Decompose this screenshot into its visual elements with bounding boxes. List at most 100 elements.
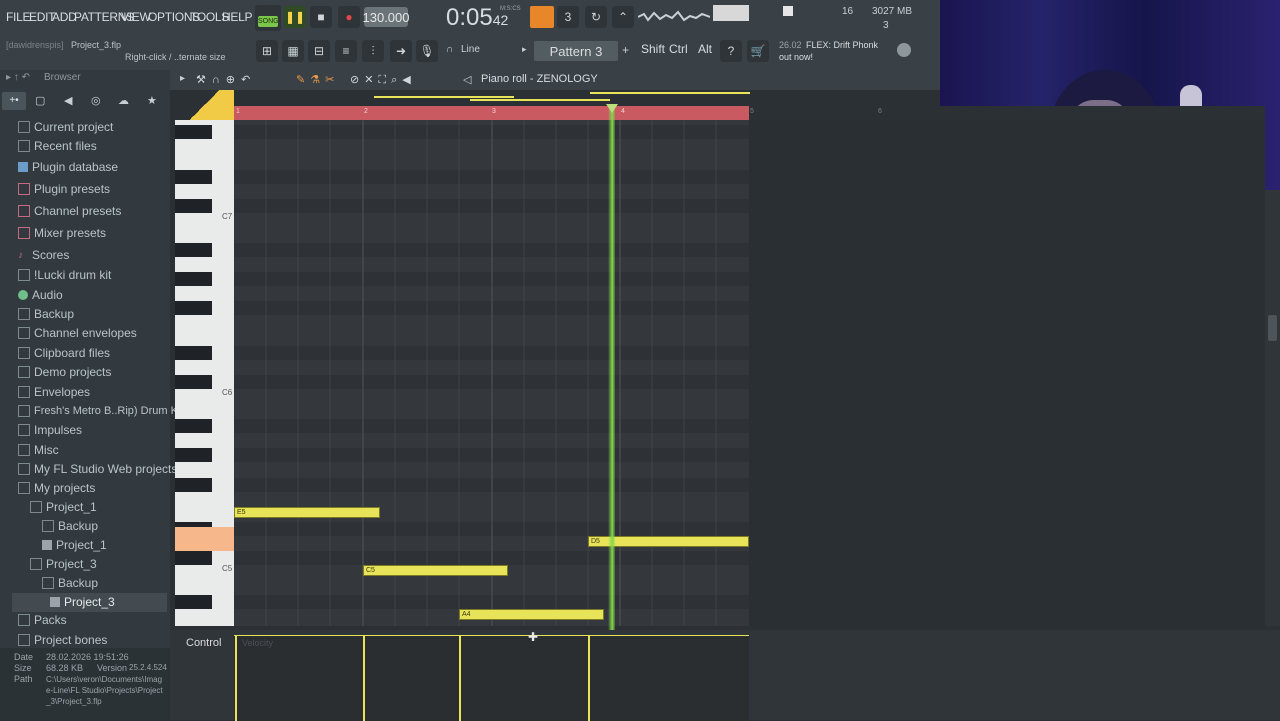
grid-outside-pattern[interactable] (749, 120, 1265, 626)
alt-key-button[interactable]: Alt (698, 42, 712, 60)
browser-cloud-icon[interactable]: ☁ (118, 94, 129, 107)
browser-item[interactable]: My projects (18, 479, 95, 497)
browser-item[interactable]: Backup (42, 574, 98, 592)
scroll-thumb[interactable] (1268, 315, 1277, 341)
folder-icon (18, 140, 30, 152)
velocity-bar[interactable] (363, 636, 365, 721)
velocity-bar[interactable] (588, 636, 590, 721)
browser-item[interactable]: Backup (42, 517, 98, 535)
menu-file[interactable]: FILE (6, 10, 30, 24)
typing-keyboard-button[interactable] (530, 6, 554, 28)
browser-item[interactable]: Fresh's Metro B..Rip) Drum Kit (18, 402, 183, 420)
browser-item-selected[interactable]: Project_3 (50, 593, 115, 611)
file-icon (42, 540, 52, 550)
velocity-bar[interactable] (235, 636, 237, 721)
note[interactable]: E5 (234, 507, 380, 518)
browser-item[interactable]: My FL Studio Web projects (18, 460, 177, 478)
browser-item[interactable]: Current project (18, 118, 113, 136)
note-grid[interactable]: E5 D5 C5 A4 (234, 120, 749, 626)
browser-all-tab[interactable]: +• (2, 92, 26, 110)
mic-button[interactable]: 🎙 (416, 40, 438, 62)
browser-star-icon[interactable]: ★ (147, 94, 157, 107)
record-button[interactable]: ● (338, 6, 360, 28)
browser-item[interactable]: Channel envelopes (18, 324, 137, 342)
news-line1[interactable]: FLEX: Drift Phonk (806, 40, 878, 50)
piano-keyboard[interactable]: C7 C6 C5 (175, 120, 234, 626)
pattern-prev-icon[interactable]: ▸ (522, 44, 527, 55)
browser-item[interactable]: Clipboard files (18, 344, 110, 362)
mixer-button[interactable]: ≡ (335, 40, 357, 62)
browser-item[interactable]: Project bones (18, 631, 107, 649)
help-button[interactable]: ? (720, 40, 742, 62)
channel-rack-button[interactable]: ▦ (282, 40, 304, 62)
browser-item[interactable]: Impulses (18, 421, 82, 439)
stop-button[interactable]: ■ (310, 6, 332, 28)
news-line2[interactable]: out now! (779, 52, 813, 62)
shift-key-button[interactable]: Shift (641, 42, 665, 60)
browser-item[interactable]: Channel presets (18, 202, 121, 220)
browser-item[interactable]: Project_1 (42, 536, 107, 554)
tool-icons-right[interactable]: ⊘✕⛶⌕◀ (350, 73, 416, 87)
add-pattern-button[interactable]: + (622, 43, 629, 57)
control-selector[interactable]: Control (186, 637, 221, 649)
tool-icons-left[interactable]: ⚒∩⊕↶ (196, 73, 256, 86)
speaker-icon[interactable]: ◁ (463, 73, 471, 86)
resize-cursor-icon: ✚ (528, 630, 539, 644)
timeline-ruler[interactable]: 1 2 3 4 (234, 106, 749, 120)
piano-roll-corner[interactable] (175, 90, 234, 120)
browser-item[interactable]: Plugin presets (18, 180, 110, 198)
browser-speaker-icon[interactable]: ◀ (64, 94, 72, 107)
shop-button[interactable]: 🛒 (747, 40, 769, 62)
browser-item[interactable]: Project_1 (30, 498, 97, 516)
globe-icon[interactable] (897, 43, 911, 57)
note[interactable]: C5 (363, 565, 508, 576)
browser-item[interactable]: ♪ Scores (18, 246, 69, 264)
browser-plugin-icon[interactable]: ◎ (91, 94, 101, 107)
pattern-selector[interactable]: Pattern 3 (534, 41, 618, 61)
pitch-button[interactable]: ⌃ (612, 6, 634, 28)
bar-label: 1 (236, 108, 240, 115)
browser-item[interactable]: Mixer presets (18, 224, 106, 242)
stop-icon: ■ (317, 10, 325, 24)
browser-item[interactable]: Recent files (18, 137, 97, 155)
song-mode-toggle[interactable]: SONG (255, 5, 281, 31)
browser-item[interactable]: Audio (18, 286, 63, 304)
folder-icon (42, 577, 54, 589)
browser-item[interactable]: Demo projects (18, 363, 111, 381)
browser-files-icon[interactable]: ▢ (35, 94, 45, 107)
piano-roll-button[interactable]: ⊟ (308, 40, 330, 62)
vertical-scrollbar[interactable] (1265, 190, 1280, 626)
velocity-bar[interactable] (459, 636, 461, 721)
browser-item[interactable]: Backup (18, 305, 74, 323)
ctrl-key-button[interactable]: Ctrl (669, 42, 688, 60)
playlist-button[interactable]: ⊞ (256, 40, 278, 62)
menu-view[interactable]: VIEW (121, 10, 151, 24)
playhead[interactable] (608, 104, 615, 720)
menu-add[interactable]: ADD (52, 10, 77, 24)
browser-item[interactable]: Misc (18, 441, 59, 459)
velocity-lane[interactable]: Velocity (234, 635, 749, 721)
browser-item[interactable]: !Lucki drum kit (18, 266, 111, 284)
loop-record-button[interactable]: ↻ (585, 6, 607, 28)
browser-item[interactable]: Packs (18, 611, 67, 629)
event-editor: Control Velocity ✚ (170, 630, 1280, 721)
browser-item[interactable]: Envelopes (18, 383, 90, 401)
snap-select[interactable]: Line (461, 44, 480, 55)
arrow-button[interactable]: ➜ (390, 40, 412, 62)
browser-item[interactable]: Plugin database (18, 158, 118, 176)
pause-button[interactable]: ❚❚ (284, 6, 306, 28)
record-icon: ● (345, 10, 353, 24)
note[interactable]: A4 (459, 609, 604, 620)
tool-icons-draw[interactable]: ✎⚗✂ (296, 73, 339, 86)
time-display[interactable]: 0:0542 (446, 4, 508, 32)
metronome-button[interactable]: 3 (557, 6, 579, 28)
piano-roll-menu-arrow[interactable]: ▸ (180, 73, 185, 84)
tempo-field[interactable]: 130.000 (363, 7, 410, 27)
hint-bar: Right-click / ..ternate size (125, 52, 226, 62)
browser-item[interactable]: Project_3 (30, 555, 97, 573)
time-scroll-strip[interactable] (234, 90, 750, 106)
playhead-marker-icon[interactable] (606, 104, 618, 113)
browser-nav-icons[interactable]: ▸ ↑ ↶ (6, 72, 30, 83)
browser-button[interactable]: ⫶ (362, 40, 384, 62)
menu-help[interactable]: HELP (222, 10, 252, 24)
